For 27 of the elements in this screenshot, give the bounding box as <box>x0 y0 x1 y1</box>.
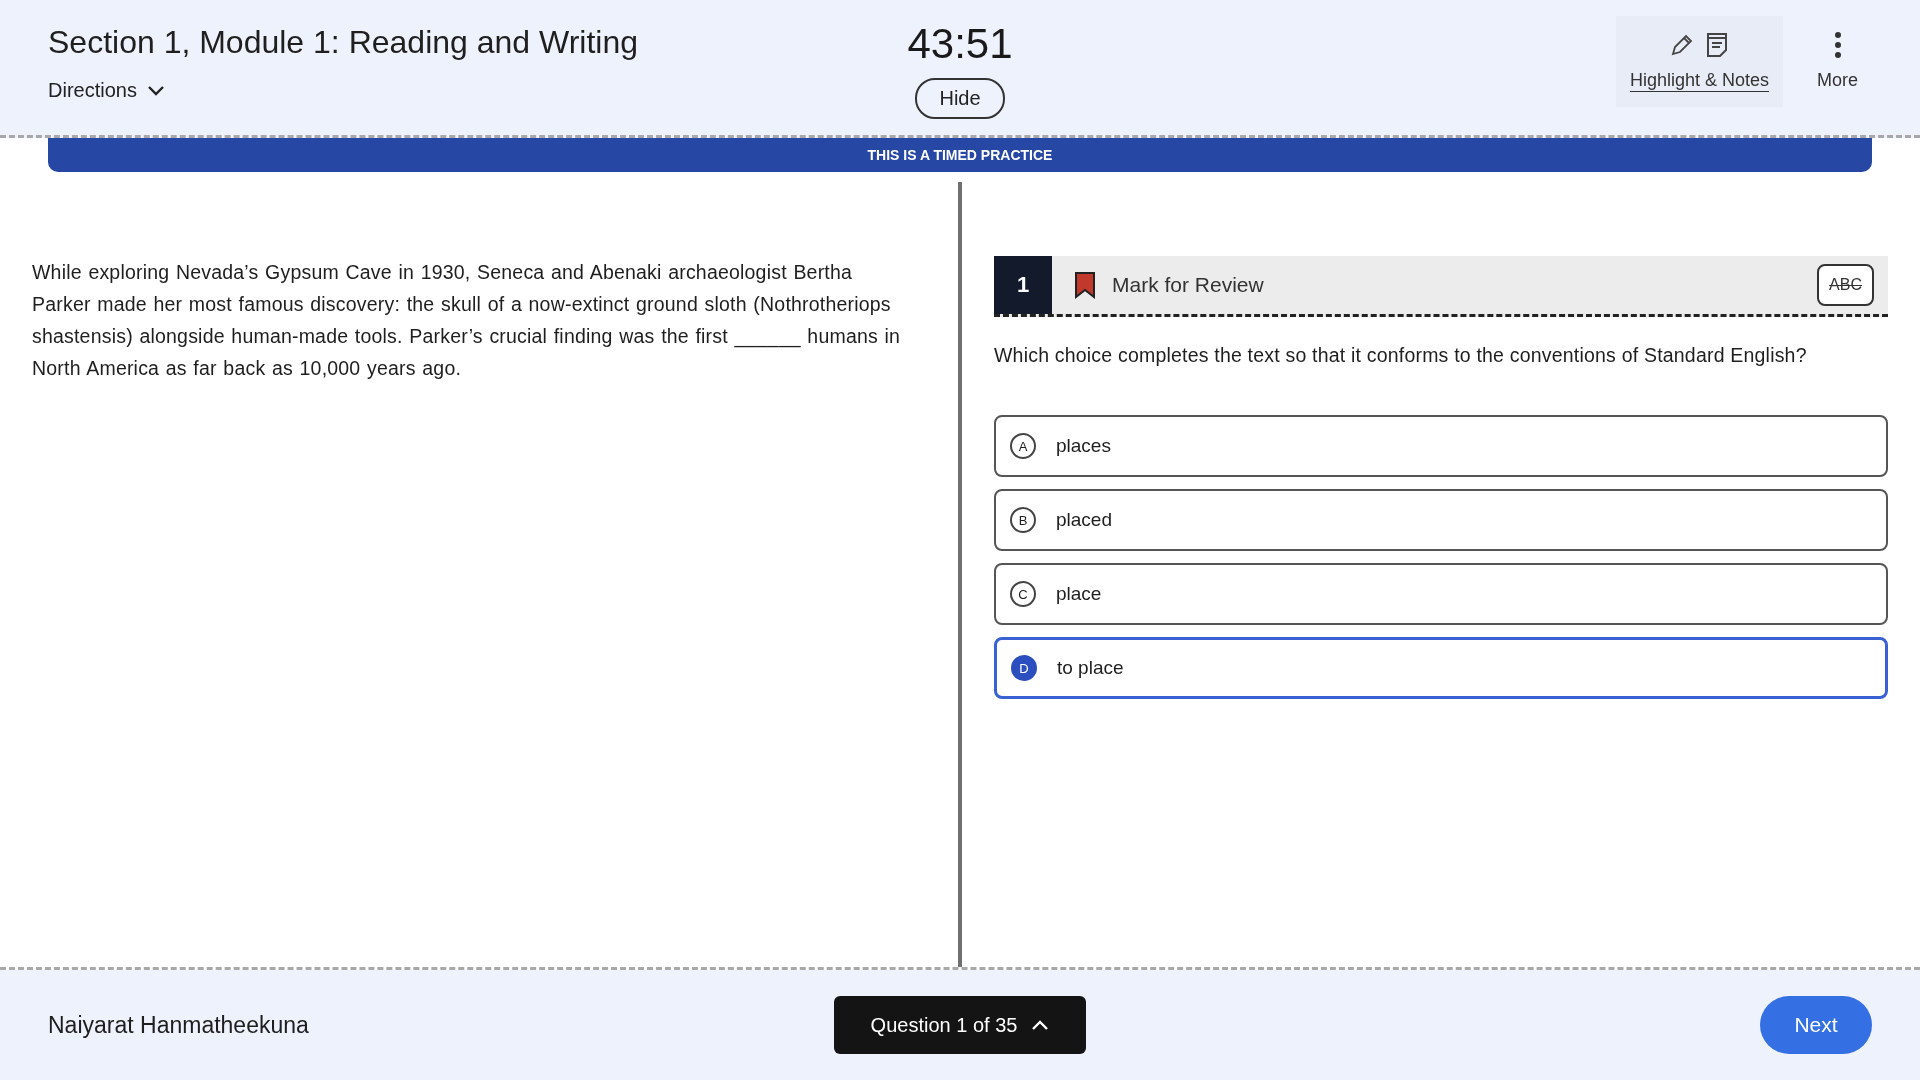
question-prompt: Which choice completes the text so that it conforms to the conventions of Standard English? <box>994 343 1808 368</box>
answer-option[interactable]: C place <box>994 563 1888 625</box>
section-title: Section 1, Module 1: Reading and Writing <box>48 24 638 61</box>
passage-text: While exploring Nevada’s Gypsum Cave in 1930, Seneca and Abenaki archaeologist Bertha Parker made her most famous discovery: the skull of a now-extinct ground sloth (Nothrotheriops shastensis) alongside human-made tools. Parker’s crucial finding was the first ______ humans in North America as far back as 10,000 years ago. <box>32 260 902 381</box>
highlight-notes-button[interactable]: Highlight & Notes <box>1615 16 1783 107</box>
mark-for-review-button[interactable]: Mark for Review <box>1052 271 1818 299</box>
answer-eliminator-button[interactable]: ABC <box>1817 264 1874 306</box>
question-navigator-button[interactable]: Question 1 of 35 <box>834 996 1086 1054</box>
option-letter: D <box>1011 655 1037 681</box>
option-letter: C <box>1010 581 1036 607</box>
more-icon <box>1833 31 1842 59</box>
timer: 43:51 <box>907 20 1013 68</box>
directions-dropdown[interactable]: Directions <box>48 79 165 102</box>
option-letter: B <box>1010 507 1036 533</box>
chevron-down-icon <box>146 84 165 97</box>
student-name: Naiyarat Hanmatheekuna <box>48 1011 309 1039</box>
chevron-up-icon <box>1031 1019 1050 1031</box>
option-letter: A <box>1010 433 1036 459</box>
next-button[interactable]: Next <box>1760 996 1872 1054</box>
answer-option[interactable]: A places <box>994 415 1888 477</box>
timed-practice-banner: THIS IS A TIMED PRACTICE <box>48 138 1872 172</box>
notes-icon <box>1705 32 1730 58</box>
answer-option[interactable]: B placed <box>994 489 1888 551</box>
hide-button[interactable]: Hide <box>915 78 1005 119</box>
question-number: 1 <box>994 256 1052 314</box>
more-button[interactable]: More <box>1803 24 1872 107</box>
answer-option[interactable]: D to place <box>994 637 1888 699</box>
